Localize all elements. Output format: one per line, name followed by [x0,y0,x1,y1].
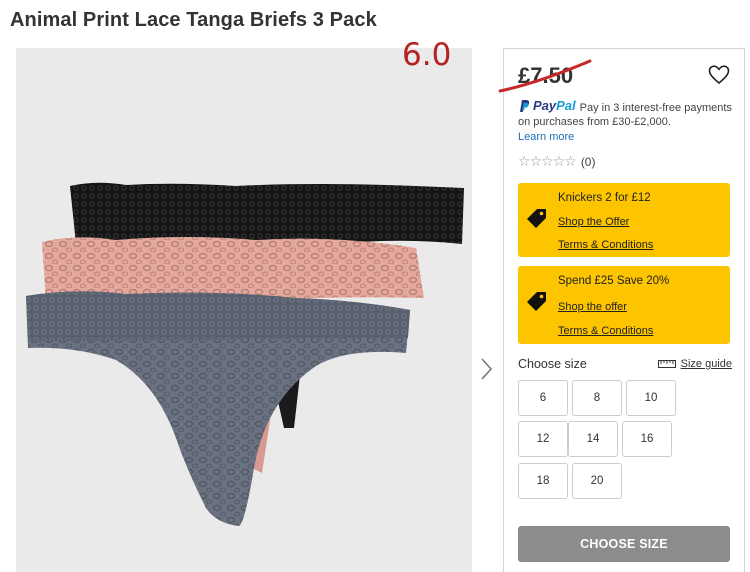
offer-banner-2: Spend £25 Save 20% Shop the offer Terms … [518,266,730,344]
size-option-20[interactable]: 20 [572,463,622,499]
rating[interactable]: ☆ ☆ ☆ ☆ ☆ (0) [518,153,595,170]
size-guide-link[interactable]: Size guide [657,358,732,370]
price-tag-icon [527,209,546,228]
paypal-icon [520,100,530,112]
wishlist-button[interactable] [708,65,730,85]
price-strike-mark [498,59,592,93]
next-image-arrow[interactable] [476,356,496,382]
product-image[interactable] [16,48,472,572]
paypal-message: Pay Pal Pay in 3 interest-free payments o… [518,99,740,144]
buy-box: £7.50 Pay Pal Pay in 3 interest-free paym… [498,48,745,572]
paypal-learn-more-link[interactable]: Learn more [518,130,740,144]
product-photo-illustration [26,182,464,527]
choose-size-button[interactable]: CHOOSE SIZE [518,526,730,562]
price-tag-icon [527,292,546,311]
offer-banner-1: Knickers 2 for £12 Shop the Offer Terms … [518,183,730,257]
product-page: Animal Print Lace Tanga Briefs 3 Pack 6.… [0,0,750,572]
product-title: Animal Print Lace Tanga Briefs 3 Pack [10,9,377,31]
chevron-right-icon [481,358,493,380]
size-option-14[interactable]: 14 [568,421,618,457]
paypal-brand-pay: Pay [533,98,557,113]
star-empty-icon: ☆ [541,153,554,169]
shop-offer-link[interactable]: Shop the Offer [558,216,629,228]
size-header: Choose size Size guide [518,357,732,375]
terms-link[interactable]: Terms & Conditions [558,239,653,251]
terms-link[interactable]: Terms & Conditions [558,325,653,337]
paypal-logo: Pay Pal [518,99,576,113]
shop-offer-link[interactable]: Shop the offer [558,301,627,313]
ruler-icon [657,360,676,368]
review-count: (0) [580,154,596,169]
offer-title: Spend £25 Save 20% [558,275,670,287]
star-empty-icon: ☆ [564,153,577,169]
size-option-6[interactable]: 6 [518,380,568,416]
annotation-label: 6.0 [402,37,452,73]
size-option-16[interactable]: 16 [622,421,672,457]
offer-title: Knickers 2 for £12 [558,192,651,204]
size-option-8[interactable]: 8 [572,380,622,416]
star-empty-icon: ☆ [552,153,566,169]
size-option-10[interactable]: 10 [626,380,676,416]
heart-icon [708,65,730,85]
choose-size-label: Choose size [518,357,587,371]
star-empty-icon: ☆ [529,153,543,169]
paypal-brand-pal: Pal [556,98,576,113]
size-option-18[interactable]: 18 [518,463,568,499]
size-option-12[interactable]: 12 [518,421,568,457]
star-empty-icon: ☆ [518,153,531,169]
size-guide-label: Size guide [680,358,732,370]
